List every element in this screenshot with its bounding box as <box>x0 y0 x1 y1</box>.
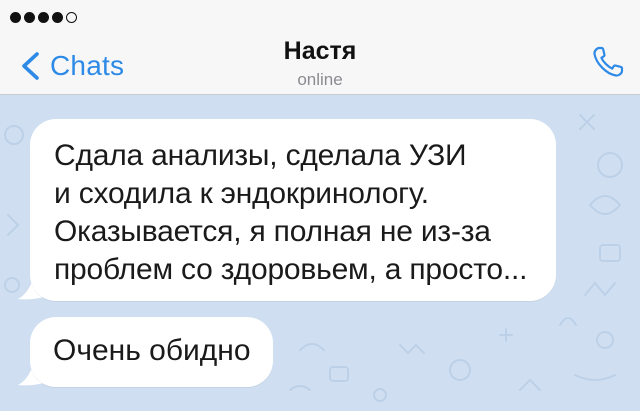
contact-status: online <box>297 70 343 89</box>
phone-icon[interactable] <box>590 44 626 80</box>
signal-dot <box>24 12 35 23</box>
incoming-message-bubble[interactable]: Сдала анализы, сделала УЗИ и сходила к э… <box>30 119 556 301</box>
signal-dot <box>38 12 49 23</box>
message-list[interactable]: Сдала анализы, сделала УЗИ и сходила к э… <box>0 95 640 411</box>
signal-dot <box>10 12 21 23</box>
message-text-line: Сдала анализы, сделала УЗИ <box>54 139 467 172</box>
message-text-line: Оказывается, я полная не из-за <box>54 215 491 248</box>
message-text-line: Очень обидно <box>53 334 251 367</box>
chat-header: Chats Настя online <box>0 0 640 95</box>
contact-name[interactable]: Настя <box>0 37 640 66</box>
message-text-line: и сходила к эндокринологу. <box>54 177 429 210</box>
signal-dot <box>52 12 63 23</box>
signal-strength-indicator <box>10 12 77 23</box>
incoming-message-bubble[interactable]: Очень обидно <box>30 317 273 387</box>
chat-screen: Chats Настя online Сдала анализы, сделал… <box>0 0 640 411</box>
message-text-line: проблем со здоровьем, а просто... <box>54 253 528 286</box>
signal-dot-empty <box>66 12 77 23</box>
